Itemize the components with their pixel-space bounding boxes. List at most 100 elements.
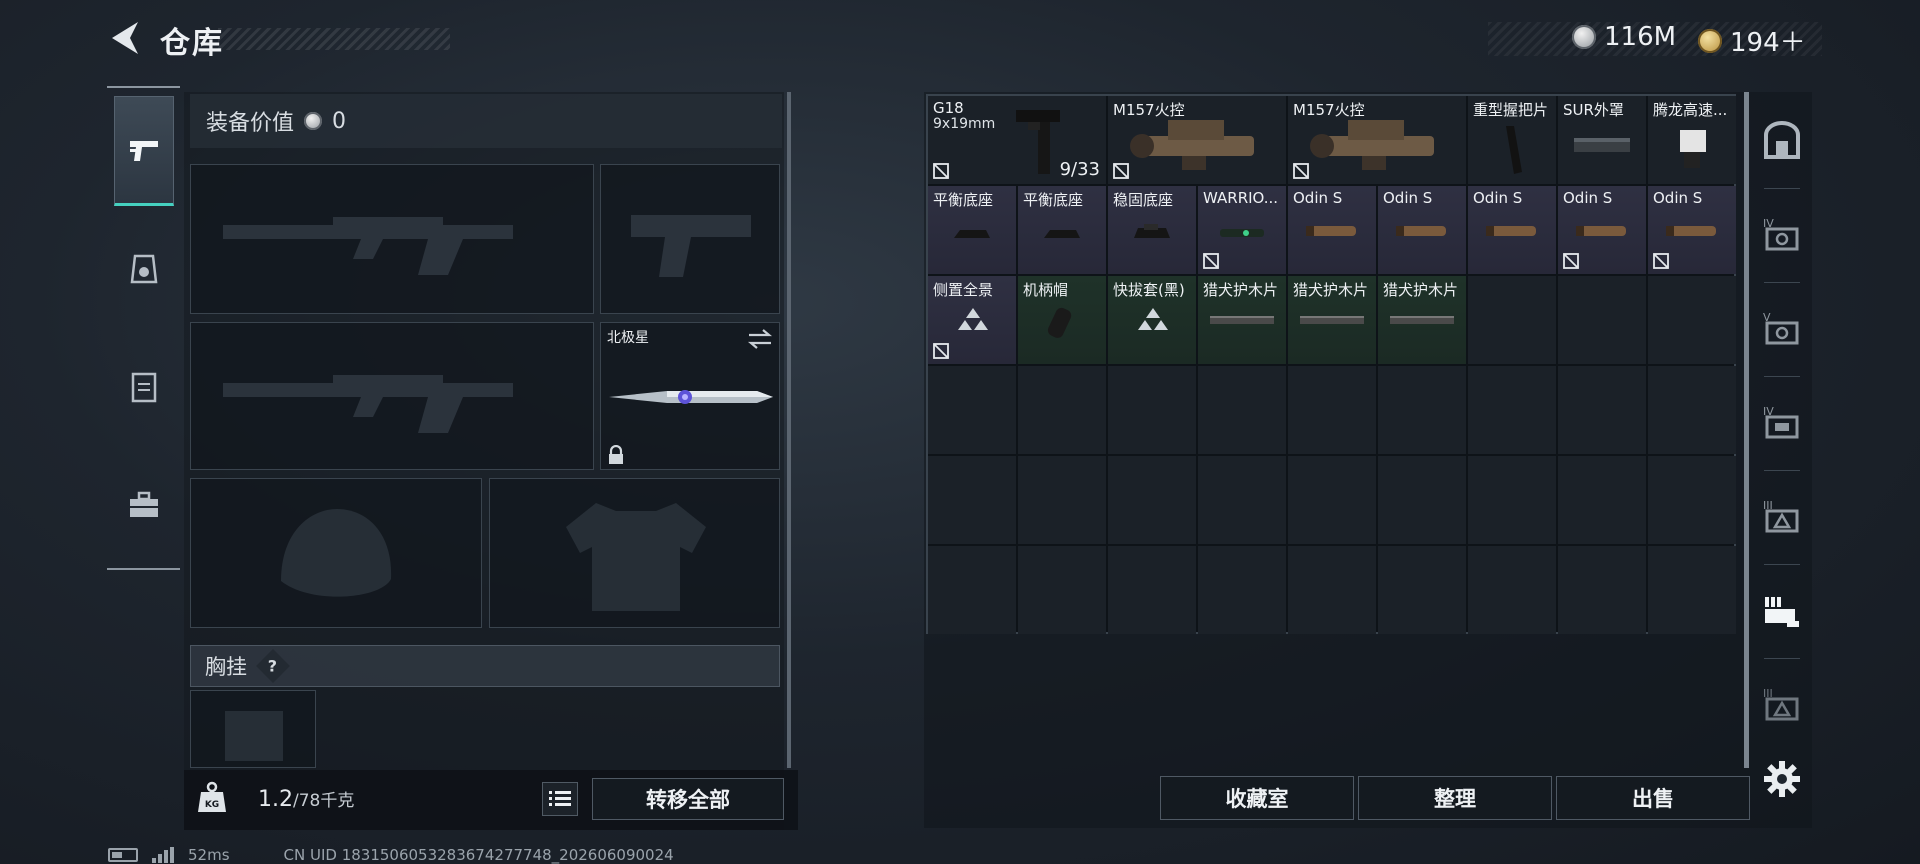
equipment-scrollbar[interactable] bbox=[787, 92, 791, 768]
storage-empty-slot[interactable] bbox=[1558, 546, 1646, 634]
storage-item-balance-mount-2[interactable]: 平衡底座 bbox=[1018, 186, 1106, 274]
storage-empty-slot[interactable] bbox=[1558, 366, 1646, 454]
storage-tab-iii-alt[interactable]: III bbox=[1756, 670, 1808, 740]
storage-item-heavy-grip[interactable]: 重型握把片 bbox=[1468, 96, 1556, 184]
storage-item-hound-handguard-3[interactable]: 猎犬护木片 bbox=[1378, 276, 1466, 364]
storage-empty-slot[interactable] bbox=[1558, 456, 1646, 544]
armor-slot[interactable] bbox=[489, 478, 780, 628]
storage-item-side-panorama[interactable]: 侧置全景 bbox=[928, 276, 1016, 364]
silver-currency: 116M bbox=[1572, 22, 1676, 52]
storage-empty-slot[interactable] bbox=[1288, 546, 1376, 634]
storage-item-balance-mount-1[interactable]: 平衡底座 bbox=[928, 186, 1016, 274]
storage-item-stable-mount[interactable]: 稳固底座 bbox=[1108, 186, 1196, 274]
storage-empty-slot[interactable] bbox=[1468, 276, 1556, 364]
storage-tab-iv[interactable]: IV bbox=[1756, 200, 1808, 270]
storage-empty-slot[interactable] bbox=[928, 546, 1016, 634]
storage-item-odin-s-2[interactable]: Odin S bbox=[1378, 186, 1466, 274]
helmet-slot[interactable] bbox=[190, 478, 482, 628]
backup-weapon-slot[interactable] bbox=[190, 322, 594, 470]
back-arrow-icon[interactable] bbox=[104, 18, 144, 58]
storage-item-sur-cover[interactable]: SUR外罩 bbox=[1558, 96, 1646, 184]
sort-button[interactable]: 整理 bbox=[1358, 776, 1552, 820]
flashlight-icon bbox=[1486, 226, 1536, 236]
storage-tab-iii[interactable]: III bbox=[1756, 482, 1808, 552]
lock-icon bbox=[609, 445, 623, 464]
storage-empty-slot[interactable] bbox=[1198, 546, 1286, 634]
storage-empty-slot[interactable] bbox=[1558, 276, 1646, 364]
category-tab-items[interactable] bbox=[114, 450, 174, 560]
storage-empty-slot[interactable] bbox=[1468, 456, 1556, 544]
storage-item-odin-s-1[interactable]: Odin S bbox=[1288, 186, 1376, 274]
storage-empty-slot[interactable] bbox=[1378, 366, 1466, 454]
storage-empty-slot[interactable] bbox=[1198, 366, 1286, 454]
storage-scrollbar[interactable] bbox=[1744, 92, 1749, 768]
storage-item-hound-handguard-2[interactable]: 猎犬护木片 bbox=[1288, 276, 1376, 364]
collection-room-button[interactable]: 收藏室 bbox=[1160, 776, 1354, 820]
settings-button[interactable] bbox=[1756, 744, 1808, 814]
storage-empty-slot[interactable] bbox=[1198, 456, 1286, 544]
storage-empty-slot[interactable] bbox=[1108, 546, 1196, 634]
weight-current: 1.2 bbox=[258, 787, 293, 812]
storage-empty-slot[interactable] bbox=[1018, 456, 1106, 544]
storage-empty-slot[interactable] bbox=[928, 366, 1016, 454]
category-tab-armor[interactable] bbox=[114, 214, 174, 324]
melee-weapon-name: 北极星 bbox=[607, 330, 649, 346]
storage-empty-slot[interactable] bbox=[1288, 366, 1376, 454]
storage-iii-alt-icon: III bbox=[1763, 687, 1799, 721]
storage-empty-slot[interactable] bbox=[1378, 456, 1466, 544]
transfer-all-button[interactable]: 转移全部 bbox=[592, 778, 784, 820]
storage-item-warrior[interactable]: WARRIO... bbox=[1198, 186, 1286, 274]
storage-empty-slot[interactable] bbox=[928, 456, 1016, 544]
battery-icon bbox=[108, 848, 138, 862]
storage-empty-slot[interactable] bbox=[1108, 366, 1196, 454]
storage-item-hound-handguard-1[interactable]: 猎犬护木片 bbox=[1198, 276, 1286, 364]
swap-arrows-icon[interactable] bbox=[747, 329, 773, 349]
storage-item-quick-sleeve[interactable]: 快拔套(黑) bbox=[1108, 276, 1196, 364]
flashlight-icon bbox=[1666, 226, 1716, 236]
storage-tab-iv-alt[interactable]: IV bbox=[1756, 388, 1808, 458]
storage-item-odin-s-5[interactable]: Odin S bbox=[1648, 186, 1736, 274]
storage-item-charging-handle[interactable]: 机柄帽 bbox=[1018, 276, 1106, 364]
storage-empty-slot[interactable] bbox=[1648, 366, 1736, 454]
category-tab-weapons[interactable] bbox=[114, 96, 174, 206]
secondary-weapon-slot[interactable] bbox=[600, 164, 780, 314]
silver-amount: 116M bbox=[1604, 22, 1677, 52]
helmet-silhouette-icon bbox=[281, 509, 392, 597]
list-view-button[interactable] bbox=[542, 782, 578, 816]
handguard-icon bbox=[1300, 316, 1364, 324]
sell-button[interactable]: 出售 bbox=[1556, 776, 1750, 820]
help-icon[interactable]: ? bbox=[256, 649, 290, 683]
untradable-icon bbox=[933, 343, 949, 359]
vest-icon bbox=[131, 372, 157, 403]
storage-item-tenglong[interactable]: 腾龙高速... bbox=[1648, 96, 1736, 184]
rail-separator bbox=[1764, 188, 1800, 189]
storage-empty-slot[interactable] bbox=[1288, 456, 1376, 544]
melee-weapon-slot[interactable]: 北极星 bbox=[600, 322, 780, 470]
storage-empty-slot[interactable] bbox=[1468, 366, 1556, 454]
storage-empty-slot[interactable] bbox=[1378, 546, 1466, 634]
storage-empty-slot[interactable] bbox=[1648, 456, 1736, 544]
storage-tab-v[interactable]: V bbox=[1756, 294, 1808, 364]
storage-empty-slot[interactable] bbox=[1018, 546, 1106, 634]
gold-coin-icon bbox=[1698, 28, 1722, 53]
svg-text:KG: KG bbox=[205, 800, 219, 810]
storage-tab-safe[interactable] bbox=[1756, 106, 1808, 176]
untradable-icon bbox=[1203, 253, 1219, 269]
storage-item-m157-1[interactable]: M157火控 bbox=[1108, 96, 1286, 184]
storage-item-g18[interactable]: G18 9x19mm 9/33 bbox=[928, 96, 1106, 184]
primary-weapon-slot[interactable] bbox=[190, 164, 594, 314]
untradable-icon bbox=[1563, 253, 1579, 269]
storage-item-m157-2[interactable]: M157火控 bbox=[1288, 96, 1466, 184]
gold-currency[interactable]: 194＋ bbox=[1698, 22, 1806, 59]
page-title: 仓库 bbox=[160, 26, 224, 61]
category-tab-vest[interactable] bbox=[114, 332, 174, 442]
storage-empty-slot[interactable] bbox=[1018, 366, 1106, 454]
storage-empty-slot[interactable] bbox=[1468, 546, 1556, 634]
storage-empty-slot[interactable] bbox=[1108, 456, 1196, 544]
storage-item-odin-s-3[interactable]: Odin S bbox=[1468, 186, 1556, 274]
storage-tab-ext[interactable] bbox=[1756, 576, 1808, 646]
storage-empty-slot[interactable] bbox=[1648, 546, 1736, 634]
storage-empty-slot[interactable] bbox=[1648, 276, 1736, 364]
chest-rig-slot[interactable] bbox=[190, 690, 316, 768]
storage-item-odin-s-4[interactable]: Odin S bbox=[1558, 186, 1646, 274]
